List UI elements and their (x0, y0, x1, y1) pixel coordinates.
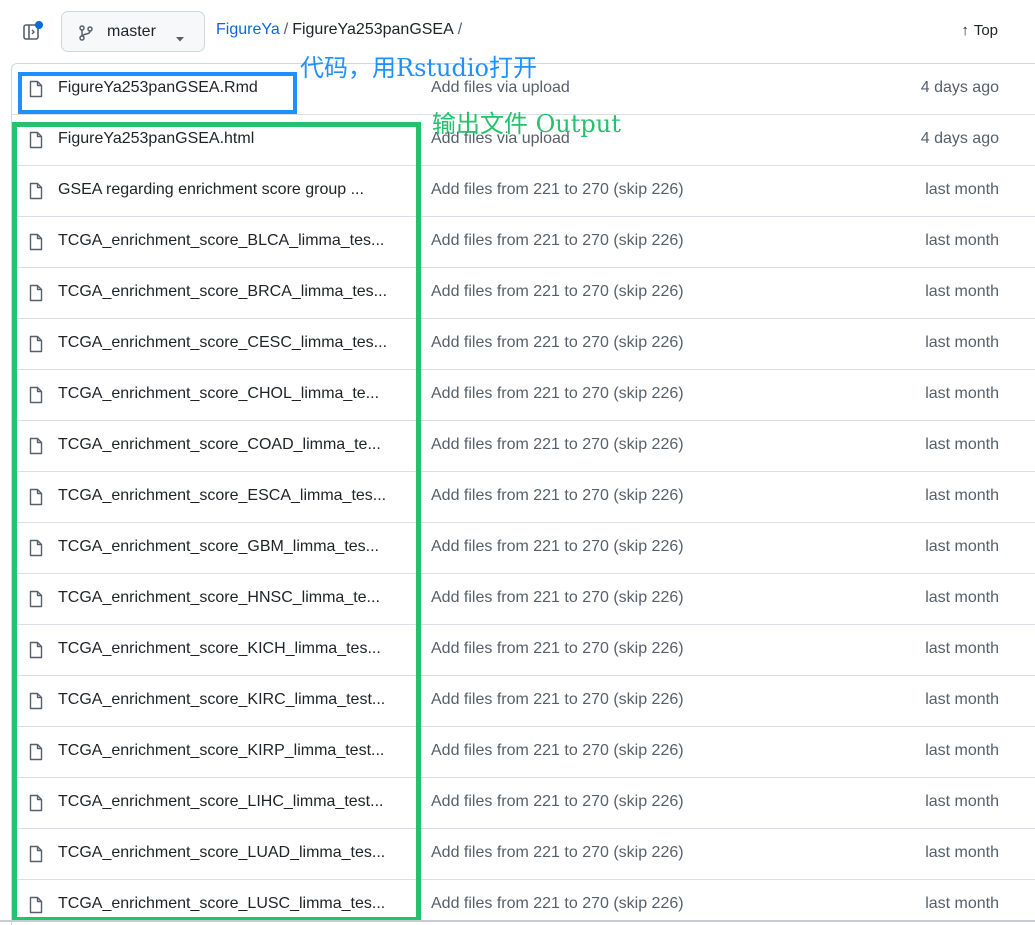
commit-message-link[interactable]: Add files from 221 to 270 (skip 226) (431, 793, 684, 811)
commit-age: 4 days ago (920, 79, 999, 96)
output-annotation-label: 输出文件 Output (432, 110, 621, 138)
arrow-up-icon: ↑ (961, 22, 969, 39)
commit-age: last month (925, 334, 999, 351)
commit-age: last month (925, 589, 999, 606)
commit-age: last month (925, 793, 999, 810)
commit-age: last month (925, 283, 999, 300)
commit-message-link[interactable]: Add files from 221 to 270 (skip 226) (431, 385, 684, 403)
commit-message-link[interactable]: Add files from 221 to 270 (skip 226) (431, 742, 684, 760)
commit-message-link[interactable]: Add files from 221 to 270 (skip 226) (431, 436, 684, 454)
git-branch-icon (77, 24, 95, 42)
commit-message-link[interactable]: Add files from 221 to 270 (skip 226) (431, 181, 684, 199)
commit-age: last month (925, 487, 999, 504)
commit-age: last month (925, 181, 999, 198)
commit-age: last month (925, 385, 999, 402)
branch-name: master (107, 23, 156, 40)
commit-age: last month (925, 895, 999, 912)
commit-message-link[interactable]: Add files from 221 to 270 (skip 226) (431, 844, 684, 862)
code-annotation-label: 代码，用Rstudio打开 (300, 54, 537, 82)
commit-message-link[interactable]: Add files from 221 to 270 (skip 226) (431, 283, 684, 301)
commit-message-link[interactable]: Add files from 221 to 270 (skip 226) (431, 589, 684, 607)
commit-age: last month (925, 640, 999, 657)
window-bottom-border (0, 920, 1035, 922)
top-label: Top (973, 22, 998, 39)
commit-age: 4 days ago (920, 130, 999, 147)
back-to-top-button[interactable]: ↑ Top (961, 22, 998, 39)
commit-age: last month (925, 742, 999, 759)
breadcrumb-current: FigureYa253panGSEA (292, 21, 454, 38)
repo-file-browser: master FigureYa / FigureYa253panGSEA / ↑ Top… (0, 0, 1035, 925)
commit-message-link[interactable]: Add files from 221 to 270 (skip 226) (431, 538, 684, 556)
sidebar-expand-icon[interactable] (22, 20, 44, 42)
commit-message-link[interactable]: Add files from 221 to 270 (skip 226) (431, 232, 684, 250)
commit-age: last month (925, 436, 999, 453)
commit-message-link[interactable]: Add files from 221 to 270 (skip 226) (431, 487, 684, 505)
commit-message-link[interactable]: Add files from 221 to 270 (skip 226) (431, 640, 684, 658)
chevron-down-icon (175, 30, 185, 48)
commit-message-link[interactable]: Add files from 221 to 270 (skip 226) (431, 691, 684, 709)
breadcrumb-separator-trailing: / (457, 21, 463, 38)
breadcrumb-separator: / (283, 21, 289, 38)
commit-message-link[interactable]: Add files from 221 to 270 (skip 226) (431, 895, 684, 913)
commit-age: last month (925, 691, 999, 708)
output-files-highlight-box (12, 122, 421, 922)
breadcrumb: FigureYa / FigureYa253panGSEA / (216, 21, 466, 39)
commit-age: last month (925, 538, 999, 555)
branch-selector-button[interactable]: master (61, 11, 205, 52)
commit-age: last month (925, 844, 999, 861)
breadcrumb-root-link[interactable]: FigureYa (216, 21, 280, 38)
commit-age: last month (925, 232, 999, 249)
code-file-highlight-box (18, 72, 297, 114)
commit-message-link[interactable]: Add files from 221 to 270 (skip 226) (431, 334, 684, 352)
